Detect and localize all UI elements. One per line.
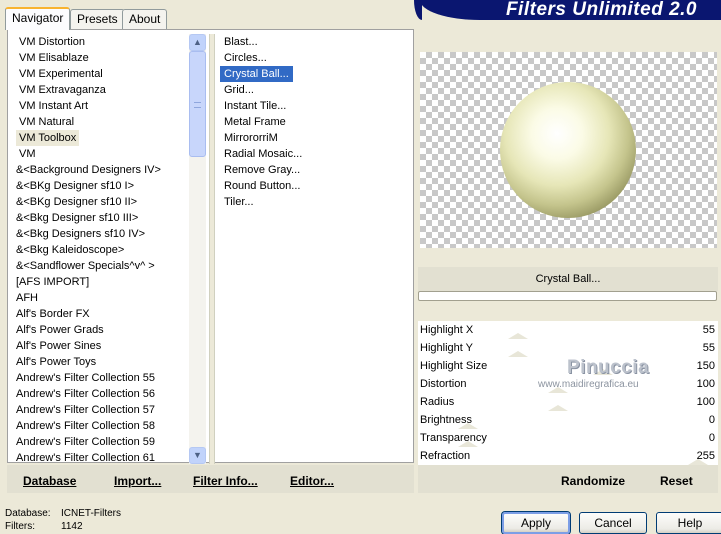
filter-item[interactable]: Metal Frame	[220, 114, 290, 130]
slider-label: Radius	[420, 396, 455, 408]
tab-navigator[interactable]: Navigator	[5, 7, 71, 30]
scroll-up-button[interactable]: ▲	[189, 34, 206, 51]
slider-label: Brightness	[420, 414, 472, 426]
category-item[interactable]: VM Distortion	[16, 34, 88, 50]
filter-item[interactable]: MirrororriM	[220, 130, 282, 146]
category-item[interactable]: VM	[16, 146, 39, 162]
category-item[interactable]: Andrew's Filter Collection 56	[13, 386, 158, 402]
category-item[interactable]: &<Bkg Kaleidoscope>	[13, 242, 127, 258]
scroll-grip-icon	[194, 102, 201, 108]
filters-label: Filters:	[5, 521, 35, 532]
preview-label: Crystal Ball...	[535, 273, 601, 285]
category-item[interactable]: VM Natural	[16, 114, 77, 130]
database-label: Database:	[5, 508, 51, 519]
category-item[interactable]: Alf's Power Sines	[13, 338, 104, 354]
apply-button[interactable]: Apply	[502, 512, 570, 534]
slider-value: 0	[708, 414, 715, 426]
filter-item[interactable]: Blast...	[220, 34, 262, 50]
slider-value: 150	[696, 360, 715, 372]
category-item[interactable]: VM Toolbox	[16, 130, 80, 146]
category-item[interactable]: &<BKg Designer sf10 I>	[13, 178, 137, 194]
filter-item[interactable]: Circles...	[220, 50, 271, 66]
category-list[interactable]: VM Distortion VM Elisablaze VM Experimenta…	[8, 34, 188, 464]
crystal-ball-preview	[500, 82, 636, 218]
scroll-down-button[interactable]: ▼	[189, 447, 206, 464]
category-item[interactable]: &<Sandflower Specials^v^ >	[13, 258, 158, 274]
slider-value: 100	[696, 378, 715, 390]
progress-bar	[418, 291, 717, 301]
category-item[interactable]: &<Bkg Designers sf10 IV>	[13, 226, 148, 242]
list-divider	[209, 34, 215, 464]
category-item[interactable]: &<BKg Designer sf10 II>	[13, 194, 140, 210]
category-item[interactable]: Alf's Border FX	[13, 306, 93, 322]
category-item[interactable]: Andrew's Filter Collection 61	[13, 450, 158, 466]
editor-link[interactable]: Editor...	[290, 474, 334, 488]
slider-row[interactable]: Highlight X 55	[418, 321, 718, 339]
category-item[interactable]: Alf's Power Toys	[13, 354, 99, 370]
cancel-button[interactable]: Cancel	[579, 512, 647, 534]
preview-label-bar: Crystal Ball...	[418, 267, 718, 291]
category-item[interactable]: Andrew's Filter Collection 57	[13, 402, 158, 418]
app-title-banner: Filters Unlimited 2.0	[414, 0, 721, 20]
filter-item[interactable]: Tiler...	[220, 194, 258, 210]
filter-item[interactable]: Grid...	[220, 82, 258, 98]
slider-value: 255	[696, 450, 715, 462]
slider-row[interactable]: Highlight Y 55	[418, 339, 718, 357]
preview-canvas	[420, 52, 717, 248]
category-item[interactable]: Andrew's Filter Collection 55	[13, 370, 158, 386]
database-link[interactable]: Database	[23, 474, 76, 488]
category-item[interactable]: VM Instant Art	[16, 98, 91, 114]
filter-item[interactable]: Remove Gray...	[220, 162, 304, 178]
filter-item[interactable]: Crystal Ball...	[220, 66, 293, 82]
filter-item[interactable]: Round Button...	[220, 178, 304, 194]
category-item[interactable]: Andrew's Filter Collection 58	[13, 418, 158, 434]
filter-info-link[interactable]: Filter Info...	[193, 474, 258, 488]
slider-label: Highlight X	[420, 324, 474, 336]
slider-row[interactable]: Radius 100	[418, 393, 718, 411]
randomize-button[interactable]: Randomize	[561, 474, 625, 488]
scroll-thumb[interactable]	[189, 51, 206, 157]
slider-label: Highlight Y	[420, 342, 473, 354]
slider-row[interactable]: Refraction 255	[418, 447, 718, 465]
category-item[interactable]: AFH	[13, 290, 41, 306]
slider-value: 55	[702, 342, 715, 354]
filter-item[interactable]: Radial Mosaic...	[220, 146, 306, 162]
slider-value: 55	[702, 324, 715, 336]
category-item[interactable]: [AFS IMPORT]	[13, 274, 92, 290]
category-item[interactable]: Andrew's Filter Collection 59	[13, 434, 158, 450]
watermark-title: Pinuccia	[567, 357, 650, 378]
database-value: ICNET-Filters	[61, 508, 121, 519]
reset-button[interactable]: Reset	[660, 474, 693, 488]
slider-value: 100	[696, 396, 715, 408]
slider-row[interactable]: Transparency 0	[418, 429, 718, 447]
tab-presets[interactable]: Presets	[70, 9, 125, 29]
category-item[interactable]: &<Bkg Designer sf10 III>	[13, 210, 141, 226]
slider-value: 0	[708, 432, 715, 444]
navigator-link-bar: Database Import... Filter Info... Editor…	[7, 465, 414, 493]
category-item[interactable]: Alf's Power Grads	[13, 322, 107, 338]
filters-info: Filters: 1142	[5, 521, 83, 533]
slider-label: Refraction	[420, 450, 471, 462]
database-info: Database: ICNET-Filters	[5, 508, 121, 520]
slider-row[interactable]: Brightness 0	[418, 411, 718, 429]
filters-count: 1142	[61, 521, 83, 532]
watermark-url: www.maidiregrafica.eu	[538, 379, 639, 390]
slider-label: Distortion	[420, 378, 467, 390]
filter-list[interactable]: Blast... Circles... Crystal Ball... Grid...…	[220, 34, 412, 234]
category-item[interactable]: &<Background Designers IV>	[13, 162, 164, 178]
slider-label: Highlight Size	[420, 360, 488, 372]
slider-label: Transparency	[420, 432, 487, 444]
category-item[interactable]: VM Elisablaze	[16, 50, 92, 66]
tab-about[interactable]: About	[122, 9, 168, 29]
filter-item[interactable]: Instant Tile...	[220, 98, 290, 114]
action-link-bar: Randomize Reset	[418, 465, 718, 493]
import-link[interactable]: Import...	[114, 474, 161, 488]
category-scrollbar[interactable]: ▲ ▼	[189, 34, 206, 464]
category-item[interactable]: VM Extravaganza	[16, 82, 109, 98]
category-item[interactable]: VM Experimental	[16, 66, 106, 82]
help-button[interactable]: Help	[656, 512, 721, 534]
